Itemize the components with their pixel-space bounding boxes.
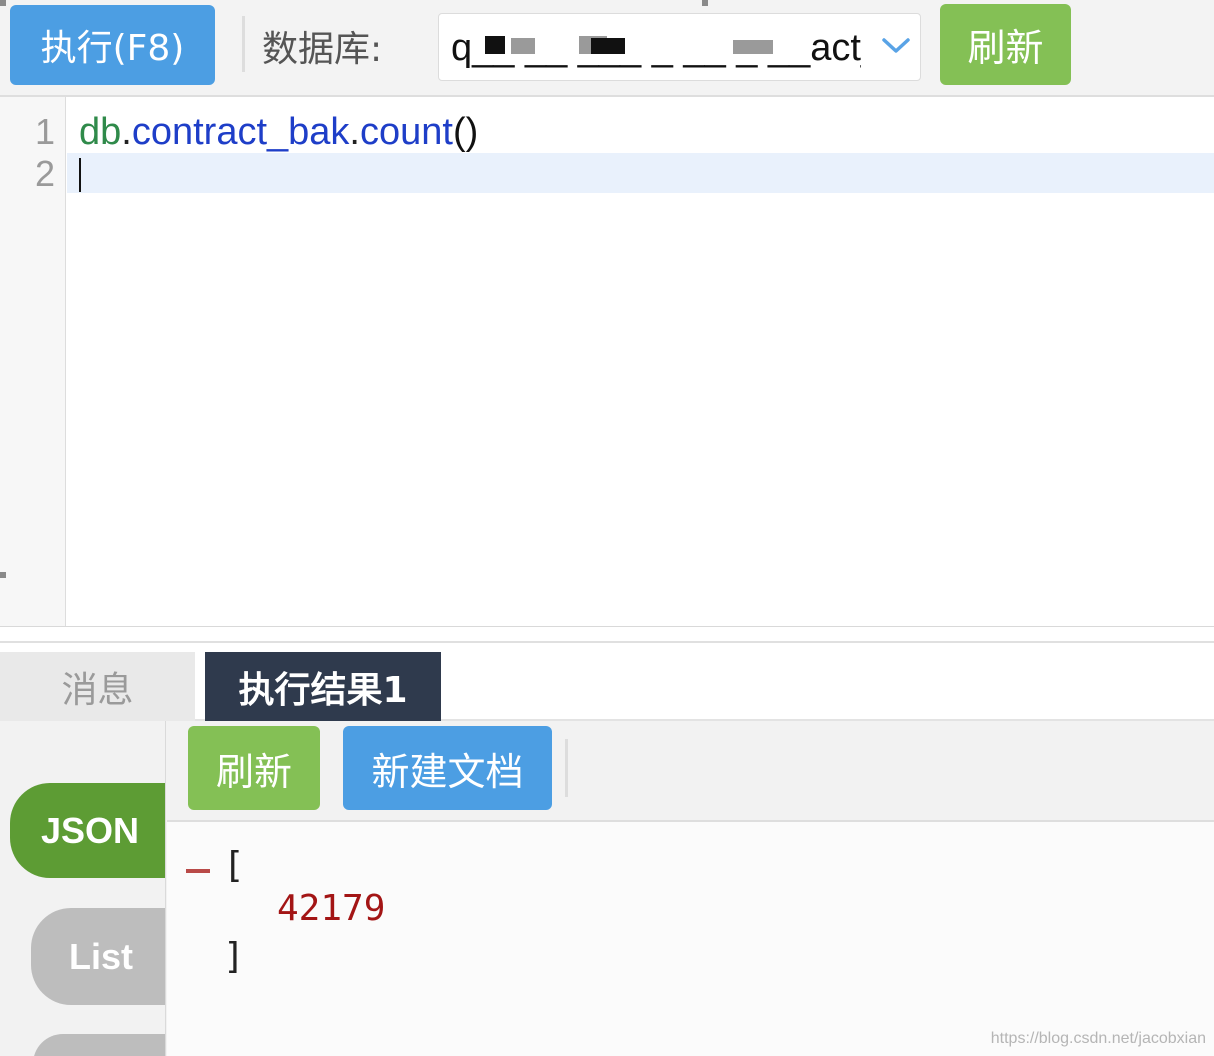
toolbar-divider <box>242 16 245 72</box>
view-option-button[interactable] <box>33 1034 165 1056</box>
line-number-gutter: 1 2 <box>0 97 66 626</box>
query-editor[interactable]: 1 2 db.contract_bak.count() <box>0 97 1214 627</box>
redaction-block <box>733 40 773 54</box>
redaction-block <box>485 36 505 54</box>
redaction-block <box>511 38 535 54</box>
frame-corner-marker <box>0 572 6 578</box>
collapse-toggle-icon[interactable] <box>186 869 210 873</box>
view-json-button[interactable]: JSON <box>10 783 165 878</box>
result-tabs: 消息 执行结果1 <box>0 643 1214 721</box>
code-line[interactable]: db.contract_bak.count() <box>79 112 478 152</box>
run-button[interactable]: 执行(F8) <box>10 5 215 85</box>
json-open-bracket: [ <box>223 845 245 886</box>
code-token-variable: db <box>79 111 122 153</box>
json-viewer: [ 42179 ] <box>167 822 1214 1056</box>
line-number: 2 <box>34 153 55 194</box>
new-document-button[interactable]: 新建文档 <box>343 726 552 810</box>
code-token-method: count <box>359 111 453 153</box>
toolbar-divider <box>565 739 568 797</box>
chevron-down-icon[interactable] <box>881 36 911 56</box>
pane-splitter[interactable] <box>0 627 1214 643</box>
watermark: https://blog.csdn.net/jacobxian <box>990 1030 1206 1047</box>
refresh-database-button[interactable]: 刷新 <box>940 4 1071 85</box>
json-close-bracket: ] <box>223 936 245 977</box>
tab-result-1[interactable]: 执行结果1 <box>205 652 441 721</box>
code-token-dot: . <box>121 111 132 153</box>
line-number: 1 <box>34 111 55 152</box>
tab-messages[interactable]: 消息 <box>0 652 195 721</box>
top-toolbar: 执行(F8) 数据库: q__ __ ___ _ __ _ __act_n 刷新 <box>0 0 1214 97</box>
results-panel: JSON List 刷新 新建文档 [ 42179 ] <box>0 721 1214 1056</box>
active-line-highlight <box>67 153 1214 193</box>
text-cursor <box>79 158 81 192</box>
code-token-dot: . <box>349 111 360 153</box>
database-label: 数据库: <box>262 29 383 70</box>
json-value: 42179 <box>277 888 386 929</box>
view-switcher: JSON List <box>0 721 166 1056</box>
results-toolbar: 刷新 新建文档 <box>167 721 1214 822</box>
code-token-collection: contract_bak <box>131 111 350 153</box>
database-select[interactable]: q__ __ ___ _ __ _ __act_n <box>438 13 921 81</box>
frame-corner-marker <box>702 0 708 6</box>
view-list-button[interactable]: List <box>31 908 165 1005</box>
frame-corner-marker <box>0 0 6 6</box>
redaction-block <box>591 38 625 54</box>
refresh-results-button[interactable]: 刷新 <box>188 726 320 810</box>
code-token-parens: () <box>452 111 479 153</box>
database-select-value: q__ __ ___ _ __ _ __act_n <box>451 26 861 70</box>
